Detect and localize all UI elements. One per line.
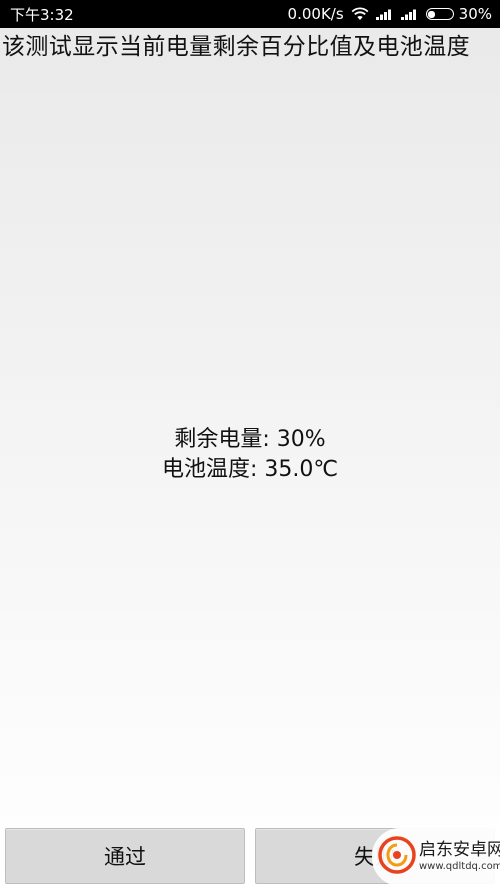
watermark-title: 启东安卓网 bbox=[419, 840, 500, 861]
wifi-icon bbox=[351, 7, 369, 21]
battery-readings: 剩余电量: 30% 电池温度: 35.0℃ bbox=[0, 425, 500, 485]
watermark: 启东安卓网 www.qdltdq.com bbox=[372, 828, 500, 886]
signal-icon bbox=[375, 8, 394, 20]
status-bar: 下午3:32 0.00K/s 30% bbox=[0, 0, 500, 28]
status-icons: 0.00K/s 30% bbox=[288, 5, 492, 23]
app-logo-icon bbox=[378, 836, 416, 878]
battery-icon bbox=[425, 8, 454, 20]
signal-icon bbox=[400, 8, 419, 20]
net-speed: 0.00K/s bbox=[287, 5, 344, 23]
battery-indicator: 30% bbox=[425, 5, 492, 23]
page-title: 该测试显示当前电量剩余百分比值及电池温度 bbox=[2, 34, 470, 60]
status-time: 下午3:32 bbox=[10, 5, 74, 24]
pass-button[interactable]: 通过 bbox=[5, 828, 245, 884]
battery-percent: 30% bbox=[458, 5, 492, 23]
battery-temperature-text: 电池温度: 35.0℃ bbox=[161, 457, 339, 482]
watermark-url: www.qdltdq.com bbox=[419, 861, 500, 873]
remaining-battery-text: 剩余电量: 30% bbox=[174, 427, 326, 452]
battery-level-fill bbox=[428, 10, 436, 18]
